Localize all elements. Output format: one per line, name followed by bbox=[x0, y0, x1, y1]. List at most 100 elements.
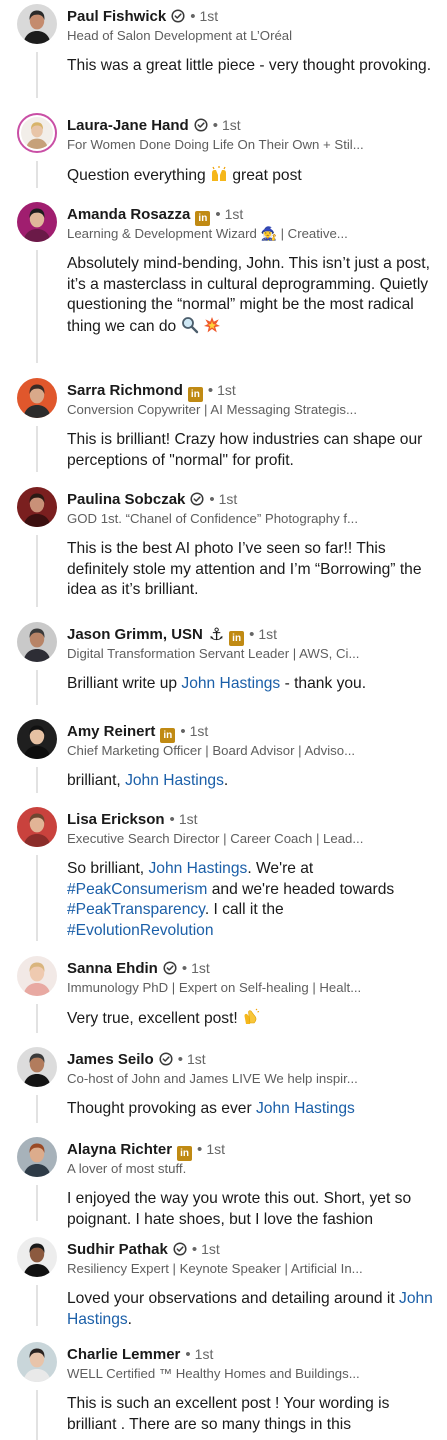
commenter-headline: Co-host of John and James LIVE We help i… bbox=[67, 1071, 358, 1086]
comment-header: Amy Reinert in • 1st bbox=[67, 721, 435, 743]
anchor-icon: ⚓ bbox=[208, 625, 225, 644]
thread-line bbox=[36, 52, 38, 98]
connection-degree: 1st bbox=[191, 960, 210, 976]
connection-degree: 1st bbox=[201, 1241, 220, 1257]
shield-check-icon bbox=[190, 492, 204, 506]
dot-separator: • bbox=[191, 1241, 198, 1258]
commenter-name[interactable]: Paul Fishwick bbox=[67, 8, 166, 25]
thread-line bbox=[36, 855, 38, 941]
comment-card: Alayna Richter in • 1st A lover of most stuf… bbox=[0, 1137, 447, 1228]
comment-header: Jason Grimm, USN ⚓ in • 1st bbox=[67, 624, 435, 646]
dot-separator: • bbox=[180, 723, 186, 740]
comment-card: Amanda Rosazza in • 1st Learning & Developme… bbox=[0, 202, 447, 363]
comment-header: Laura-Jane Hand • 1st bbox=[67, 115, 435, 137]
avatar[interactable] bbox=[17, 487, 57, 527]
mention-link[interactable]: John Hastings bbox=[256, 1100, 355, 1117]
shield-check-icon bbox=[171, 9, 185, 23]
avatar[interactable] bbox=[17, 4, 57, 44]
shield-check-icon bbox=[159, 1052, 173, 1066]
dot-separator: • bbox=[249, 626, 255, 643]
commenter-name[interactable]: Alayna Richter bbox=[67, 1141, 172, 1158]
thread-line bbox=[36, 1004, 38, 1033]
linkedin-premium-icon: in bbox=[160, 728, 176, 743]
commenter-name[interactable]: Laura-Jane Hand bbox=[67, 117, 189, 134]
comment-header: Charlie Lemmer • 1st bbox=[67, 1344, 435, 1366]
commenter-name[interactable]: Amy Reinert bbox=[67, 723, 155, 740]
commenter-headline: Learning & Development Wizard 🧙‍♀️ | Cre… bbox=[67, 226, 348, 241]
clapping-hands-emoji bbox=[244, 1008, 260, 1024]
comment-text-segment: Absolutely mind-bending, John. This isn’… bbox=[67, 255, 430, 335]
commenter-name[interactable]: Amanda Rosazza bbox=[67, 206, 190, 223]
commenter-name[interactable]: Jason Grimm, USN bbox=[67, 626, 203, 643]
comment-header: Paul Fishwick • 1st bbox=[67, 6, 435, 28]
commenter-name[interactable]: James Seilo bbox=[67, 1051, 154, 1068]
comment-card: Sudhir Pathak • 1st Resiliency Expert | Key… bbox=[0, 1237, 447, 1328]
comment-header: Paulina Sobczak • 1st bbox=[67, 489, 435, 511]
shield-check-icon bbox=[194, 118, 208, 132]
commenter-headline: A lover of most stuff. bbox=[67, 1161, 187, 1176]
comment-header: Sanna Ehdin • 1st bbox=[67, 958, 435, 980]
comment-text-segment: This was a great little piece - very tho… bbox=[67, 57, 432, 74]
comment-text-segment: This is the best AI photo I’ve seen so f… bbox=[67, 540, 422, 599]
commenter-name[interactable]: Paulina Sobczak bbox=[67, 491, 185, 508]
comment-text-segment: I enjoyed the way you wrote this out. Sh… bbox=[67, 1190, 412, 1228]
linkedin-premium-icon: in bbox=[177, 1146, 193, 1161]
comment-card: Paulina Sobczak • 1st GOD 1st. “Chanel of C… bbox=[0, 487, 447, 607]
mention-link[interactable]: #PeakConsumerism bbox=[67, 881, 207, 898]
comment-text: Loved your observations and detailing ar… bbox=[67, 1289, 433, 1330]
thread-line bbox=[36, 161, 38, 188]
comment-text-segment: Question everything bbox=[67, 167, 211, 184]
avatar[interactable] bbox=[17, 1342, 57, 1382]
commenter-name[interactable]: Sudhir Pathak bbox=[67, 1241, 168, 1258]
thread-line bbox=[36, 1285, 38, 1326]
comment-header: James Seilo • 1st bbox=[67, 1049, 435, 1071]
mention-link[interactable]: John Hastings bbox=[125, 772, 224, 789]
commenter-name[interactable]: Charlie Lemmer bbox=[67, 1346, 180, 1363]
raised-hands-emoji bbox=[212, 166, 227, 181]
avatar[interactable] bbox=[17, 1047, 57, 1087]
comment-text: This is brilliant! Crazy how industries … bbox=[67, 430, 433, 471]
avatar[interactable] bbox=[17, 113, 57, 153]
comment-text-segment: Very true, excellent post! bbox=[67, 1010, 243, 1027]
linkedin-premium-icon: in bbox=[229, 631, 245, 646]
avatar[interactable] bbox=[17, 1237, 57, 1277]
avatar[interactable] bbox=[17, 622, 57, 662]
commenter-headline: Resiliency Expert | Keynote Speaker | Ar… bbox=[67, 1261, 363, 1276]
commenter-name[interactable]: Sarra Richmond bbox=[67, 382, 183, 399]
commenter-headline: Head of Salon Development at L’Oréal bbox=[67, 28, 293, 43]
dot-separator: • bbox=[207, 382, 214, 399]
mention-link[interactable]: John Hastings bbox=[181, 675, 280, 692]
dot-separator: • bbox=[215, 206, 221, 223]
comment-text: So brilliant, John Hastings. We're at #P… bbox=[67, 859, 433, 941]
connection-degree: 1st bbox=[186, 1051, 206, 1067]
comment-text: Brilliant write up John Hastings - thank… bbox=[67, 674, 433, 695]
shield-check-icon bbox=[163, 961, 177, 975]
connection-degree: 1st bbox=[217, 382, 236, 398]
dot-separator: • bbox=[190, 8, 196, 25]
comment-text-segment: This is brilliant! Crazy how industries … bbox=[67, 431, 423, 469]
comments-feed: Paul Fishwick • 1st Head of Salon Developme… bbox=[0, 0, 447, 1440]
mention-link[interactable]: John Hastings bbox=[148, 860, 247, 877]
comment-text-segment: . bbox=[223, 772, 229, 789]
commenter-headline: Conversion Copywriter | AI Messaging Str… bbox=[67, 402, 358, 417]
dot-separator: • bbox=[209, 491, 215, 508]
comment-text: Question everything great post bbox=[67, 165, 433, 187]
comment-text: This is the best AI photo I’ve seen so f… bbox=[67, 539, 433, 601]
mention-link[interactable]: #EvolutionRevolution bbox=[67, 922, 214, 939]
comment-text: Thought provoking as ever John Hastings bbox=[67, 1099, 433, 1120]
avatar[interactable] bbox=[17, 1137, 57, 1177]
avatar[interactable] bbox=[17, 807, 57, 847]
avatar[interactable] bbox=[17, 719, 57, 759]
avatar[interactable] bbox=[17, 378, 57, 418]
comment-header: Lisa Erickson • 1st bbox=[67, 809, 435, 831]
thread-line bbox=[36, 250, 38, 363]
magnifier-emoji bbox=[181, 316, 198, 333]
linkedin-premium-icon: in bbox=[195, 211, 211, 226]
commenter-name[interactable]: Sanna Ehdin bbox=[67, 960, 158, 977]
avatar[interactable] bbox=[17, 956, 57, 996]
mention-link[interactable]: #PeakTransparency bbox=[67, 901, 205, 918]
comment-card: Jason Grimm, USN ⚓ in • 1st Digital Transform… bbox=[0, 622, 447, 705]
commenter-name[interactable]: Lisa Erickson bbox=[67, 811, 165, 828]
comment-text-segment: This is such an excellent post ! Your wo… bbox=[67, 1395, 390, 1433]
avatar[interactable] bbox=[17, 202, 57, 242]
